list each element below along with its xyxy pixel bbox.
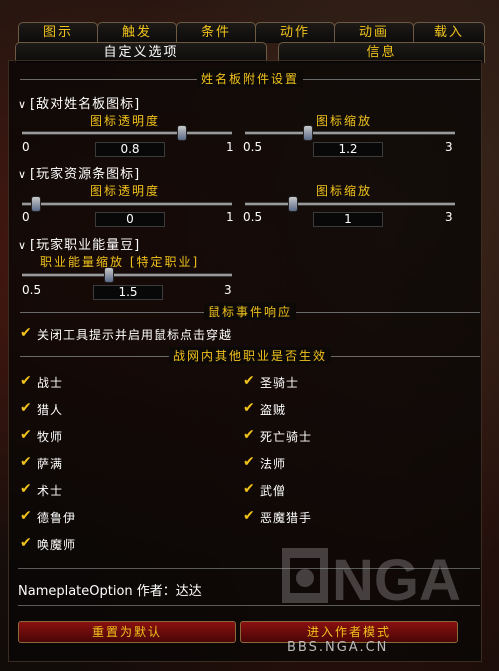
- slider-value-input[interactable]: 1.2: [313, 142, 383, 157]
- section-classes-header: 战网内其他职业是否生效: [20, 347, 480, 364]
- slider-min: 0: [22, 210, 30, 224]
- slider-label: 图标缩放: [316, 184, 373, 198]
- tab-display[interactable]: 图示: [18, 22, 98, 43]
- slider-min: 0.5: [243, 210, 263, 224]
- section-title: 战网内其他职业是否生效: [168, 347, 332, 364]
- checkmark-icon: [20, 535, 33, 551]
- checkmark-icon: [20, 400, 33, 416]
- class-checkbox-druid[interactable]: 德鲁伊: [20, 508, 76, 526]
- tab-conditions[interactable]: 条件: [176, 22, 256, 43]
- slider-min: 0: [22, 140, 30, 154]
- reset-default-button[interactable]: 重置为默认: [18, 621, 236, 643]
- slider-value-input[interactable]: 0: [95, 212, 165, 227]
- checkmark-icon: [243, 427, 256, 443]
- slider-max: 1: [226, 210, 234, 224]
- slider-min: 0.5: [243, 140, 263, 154]
- checkmark-icon: [20, 373, 33, 389]
- slider-handle[interactable]: [288, 196, 298, 212]
- checkmark-icon: [243, 508, 256, 524]
- section-mouse-header: 鼠标事件响应: [20, 303, 480, 320]
- slider-handle[interactable]: [303, 125, 313, 141]
- group-player-resource-icon[interactable]: ∨ [玩家资源条图标]: [18, 163, 140, 182]
- checkmark-icon: [243, 454, 256, 470]
- slider-label: 职业能量缩放 [特定职业]: [40, 255, 200, 269]
- author-credit: NameplateOption 作者：达达: [18, 584, 202, 599]
- class-checkbox-demon-hunter[interactable]: 恶魔猎手: [243, 508, 312, 526]
- checkmark-icon: [243, 373, 256, 389]
- class-checkbox-monk[interactable]: 武僧: [243, 481, 286, 499]
- slider-value-input[interactable]: 1: [313, 212, 383, 227]
- class-checkbox-warlock[interactable]: 术士: [20, 481, 63, 499]
- slider-track[interactable]: [22, 273, 232, 277]
- slider-value-input[interactable]: 1.5: [93, 285, 163, 300]
- section-title: 姓名板附件设置: [196, 70, 304, 87]
- checkmark-icon: [20, 508, 33, 524]
- class-checkbox-mage[interactable]: 法师: [243, 454, 286, 472]
- slider-max: 1: [226, 140, 234, 154]
- checkmark-icon: [243, 400, 256, 416]
- slider-label: 图标透明度: [90, 114, 161, 128]
- class-checkbox-rogue[interactable]: 盗贼: [243, 400, 286, 418]
- class-checkbox-paladin[interactable]: 圣骑士: [243, 373, 299, 391]
- class-checkbox-evoker[interactable]: 唤魔师: [20, 535, 76, 553]
- section-nameplate-header: 姓名板附件设置: [20, 70, 480, 87]
- slider-handle[interactable]: [104, 267, 114, 283]
- slider-value-input[interactable]: 0.8: [95, 142, 165, 157]
- class-checkbox-warrior[interactable]: 战士: [20, 373, 63, 391]
- tab-actions[interactable]: 动作: [255, 22, 335, 43]
- watermark-text: BBS.NGA.CN: [287, 640, 389, 655]
- slider-min: 0.5: [22, 283, 42, 297]
- class-checkbox-hunter[interactable]: 猎人: [20, 400, 63, 418]
- slider-track[interactable]: [22, 131, 232, 135]
- slider-track[interactable]: [22, 202, 232, 206]
- tab-trigger[interactable]: 触发: [97, 22, 177, 43]
- slider-handle[interactable]: [31, 196, 41, 212]
- slider-track[interactable]: [245, 131, 455, 135]
- slider-max: 3: [445, 140, 453, 154]
- slider-handle[interactable]: [177, 125, 187, 141]
- nga-logo-watermark: NGA: [282, 548, 461, 613]
- slider-label: 图标缩放: [316, 114, 373, 128]
- checkmark-icon: [20, 481, 33, 497]
- class-checkbox-death-knight[interactable]: 死亡骑士: [243, 427, 312, 445]
- slider-track[interactable]: [245, 202, 455, 206]
- checkmark-icon: [243, 481, 256, 497]
- chevron-down-icon: ∨: [18, 168, 28, 181]
- tab-load[interactable]: 载入: [413, 22, 485, 43]
- chevron-down-icon: ∨: [18, 239, 28, 252]
- class-checkbox-shaman[interactable]: 萨满: [20, 454, 63, 472]
- tab-animation[interactable]: 动画: [334, 22, 414, 43]
- svg-text:NGA: NGA: [332, 548, 461, 613]
- group-class-power-pips[interactable]: ∨ [玩家职业能量豆]: [18, 234, 140, 253]
- click-through-checkbox[interactable]: 关闭工具提示并启用鼠标点击穿越: [20, 325, 232, 343]
- chevron-down-icon: ∨: [18, 98, 28, 111]
- checkmark-icon: [20, 454, 33, 470]
- slider-label: 图标透明度: [90, 184, 161, 198]
- checkmark-icon: [20, 427, 33, 443]
- checkmark-icon: [20, 325, 33, 341]
- section-title: 鼠标事件响应: [203, 303, 297, 320]
- slider-max: 3: [445, 210, 453, 224]
- slider-max: 3: [224, 283, 232, 297]
- class-checkbox-priest[interactable]: 牧师: [20, 427, 63, 445]
- group-enemy-nameplate-icon[interactable]: ∨ [敌对姓名板图标]: [18, 93, 140, 112]
